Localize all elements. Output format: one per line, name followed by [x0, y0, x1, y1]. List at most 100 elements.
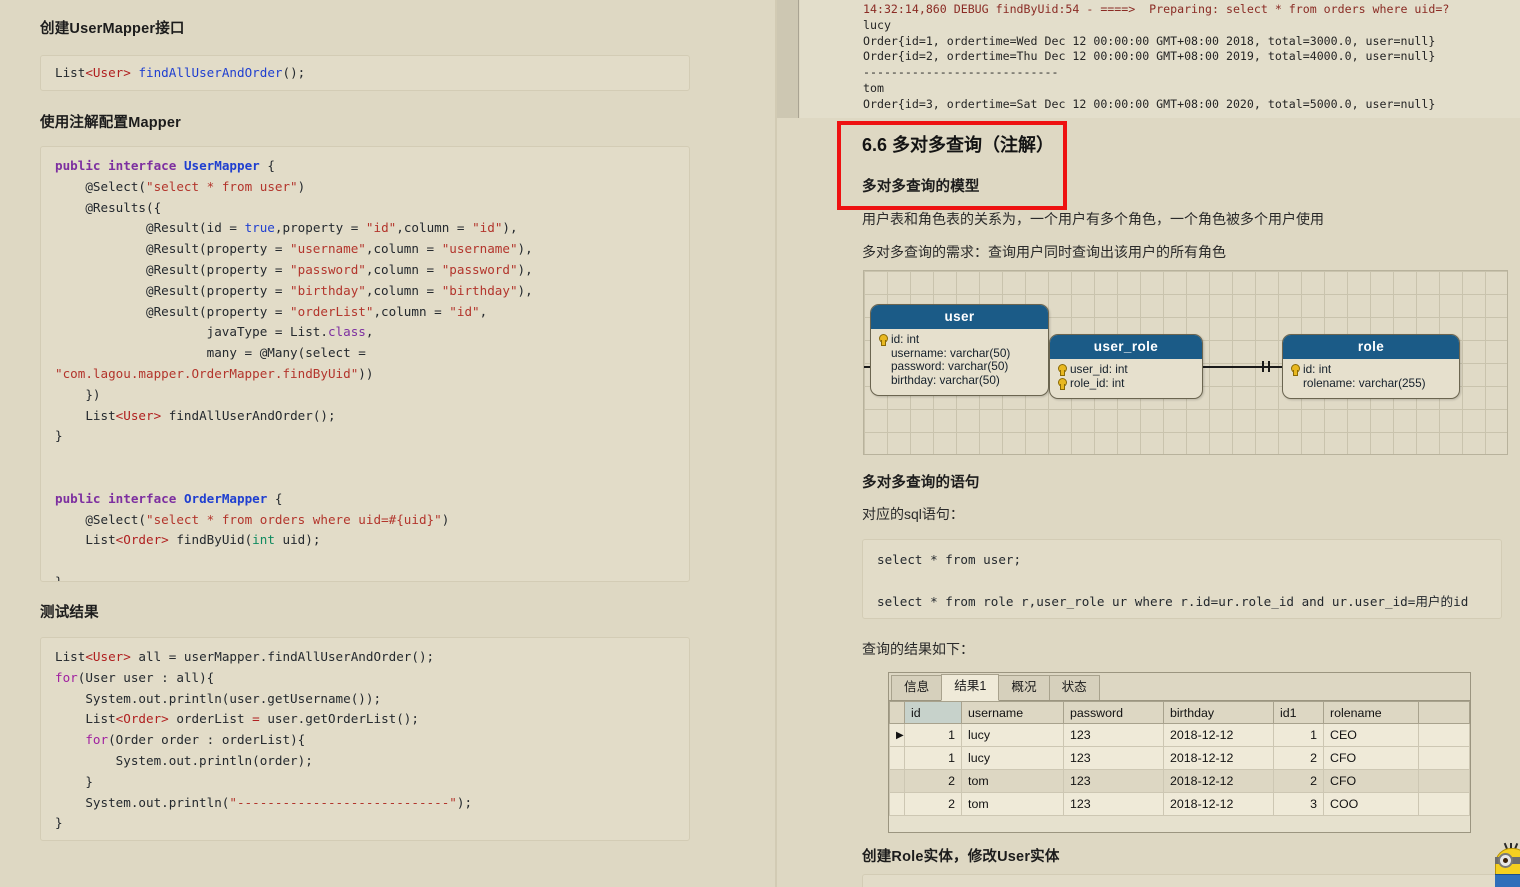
code-line: select * from user;: [877, 552, 1022, 567]
er-field-row: user_id: int: [1056, 362, 1194, 377]
code-line: }: [55, 773, 93, 789]
code-line: @Result(property = "birthday",column = "…: [55, 282, 533, 298]
table-cell: 2: [904, 792, 962, 816]
page-root: 创建UserMapper接口 List<User> findAllUserAnd…: [0, 0, 1520, 887]
code-line: List<User> findAllUserAndOrder();: [55, 65, 306, 80]
text-sql-label: 对应的sql语句：: [862, 506, 964, 522]
code-line: javaType = List.class,: [55, 324, 374, 340]
code-line: }: [55, 815, 63, 831]
primary-key-icon: [1056, 364, 1067, 377]
er-field-label: birthday: varchar(50): [891, 372, 1000, 387]
row-marker: ▶: [889, 723, 905, 747]
table-cell-filler: [1418, 723, 1470, 747]
er-field-label: role_id: int: [1070, 375, 1125, 390]
table-row[interactable]: ▶ 1 lucy 123 2018-12-12 1 CEO: [889, 723, 1470, 747]
heading-many-to-many-statement: 多对多查询的语句: [862, 475, 980, 491]
code-line: for(User user : all){: [55, 669, 215, 685]
left-document-panel: 创建UserMapper接口 List<User> findAllUserAnd…: [0, 0, 775, 887]
table-row[interactable]: 2 tom 123 2018-12-12 3 COO: [889, 792, 1470, 816]
table-cell: COO: [1323, 792, 1419, 816]
table-cell-filler: [1418, 746, 1470, 770]
row-marker-header: [889, 701, 905, 724]
result-tab-概况[interactable]: 概况: [998, 675, 1050, 700]
column-header-filler: [1418, 701, 1470, 724]
console-line: 14:32:14,860 DEBUG findByUid:54 - ====> …: [863, 2, 1450, 16]
er-field-row: username: varchar(50): [877, 345, 1040, 361]
code-line: public interface OrderMapper {: [55, 490, 283, 506]
er-field-label: password: varchar(50): [891, 359, 1009, 374]
result-grid-tabs[interactable]: 信息 结果1 概况 状态: [889, 673, 1470, 701]
table-cell: lucy: [961, 723, 1064, 747]
er-field-row: id: int: [877, 332, 1040, 347]
er-table-fields: id: int rolename: varchar(255): [1283, 359, 1459, 398]
code-line: @Result(id = true,property = "id",column…: [55, 220, 518, 236]
result-tab-信息[interactable]: 信息: [891, 675, 943, 700]
code-line: @Result(property = "username",column = "…: [55, 241, 533, 257]
er-field-row: role_id: int: [1056, 375, 1194, 391]
result-table-body: ▶ 1 lucy 123 2018-12-12 1 CEO 1 lucy 123 2018-12-1…: [889, 723, 1470, 816]
column-header-birthday[interactable]: birthday: [1163, 701, 1274, 724]
primary-key-icon: [1056, 377, 1067, 390]
code-line: @Result(property = "orderList",column = …: [55, 303, 488, 319]
code-line: "com.lagou.mapper.OrderMapper.findByUid"…: [55, 365, 374, 381]
code-line: @Select("select * from orders where uid=…: [55, 511, 450, 527]
table-row[interactable]: 1 lucy 123 2018-12-12 2 CFO: [889, 746, 1470, 770]
code-line: }: [55, 573, 63, 582]
result-tab-结果1[interactable]: 结果1: [941, 674, 1000, 701]
result-table: id username password birthday id1 rolename ▶ 1…: [889, 701, 1470, 816]
er-table-user-role: user_role user_id: int role_id: int: [1049, 334, 1203, 399]
er-field-row: password: varchar(50): [877, 359, 1040, 374]
console-line: ----------------------------: [863, 65, 1059, 80]
code-line: System.out.println("--------------------…: [55, 794, 473, 810]
table-cell: 123: [1063, 723, 1164, 747]
er-table-title: role: [1283, 335, 1459, 359]
code-line: List<Order> orderList = user.getOrderLis…: [55, 711, 419, 727]
heading-annotation-mapper: 使用注解配置Mapper: [40, 115, 181, 131]
result-tab-状态[interactable]: 状态: [1048, 675, 1100, 700]
code-line: public interface UserMapper {: [55, 158, 275, 173]
table-cell-filler: [1418, 792, 1470, 816]
sql-result-grid[interactable]: 信息 结果1 概况 状态 id username password birthday id1 r…: [888, 672, 1471, 833]
column-header-id[interactable]: id: [904, 701, 962, 724]
heading-test-result: 测试结果: [40, 605, 99, 621]
table-cell: 3: [1273, 792, 1324, 816]
er-field-label: user_id: int: [1070, 362, 1128, 377]
column-header-rolename[interactable]: rolename: [1323, 701, 1419, 724]
row-marker: [889, 746, 905, 770]
text-result-label: 查询的结果如下：: [862, 641, 974, 657]
console-log-text: 14:32:14,860 DEBUG findByUid:54 - ====> …: [800, 0, 1520, 118]
console-line: tom: [863, 80, 884, 95]
heading-create-role-entity: 创建Role实体，修改User实体: [862, 849, 1060, 865]
code-line: @Select("select * from user"): [55, 178, 306, 194]
table-cell: 2: [1273, 769, 1324, 793]
table-cell: 123: [1063, 769, 1164, 793]
code-line: List<Order> findByUid(int uid);: [55, 532, 321, 548]
er-table-role: role id: int rolename: varchar(255): [1282, 334, 1460, 399]
er-field-label: username: varchar(50): [891, 345, 1011, 360]
console-line: Order{id=1, ordertime=Wed Dec 12 00:00:0…: [863, 33, 1436, 48]
code-block-usermapper-interface: List<User> findAllUserAndOrder();: [40, 55, 690, 91]
table-cell: tom: [961, 792, 1064, 816]
table-row[interactable]: 2 tom 123 2018-12-12 2 CFO: [889, 769, 1470, 793]
text-requirement: 多对多查询的需求：查询用户同时查询出该用户的所有角色: [862, 244, 1226, 260]
column-header-username[interactable]: username: [961, 701, 1064, 724]
code-line: for(Order order : orderList){: [85, 732, 306, 748]
table-cell: 123: [1063, 792, 1164, 816]
er-field-label: id: int: [1303, 362, 1332, 377]
er-table-fields: user_id: int role_id: int: [1050, 359, 1202, 398]
column-header-password[interactable]: password: [1063, 701, 1164, 724]
er-field-row: rolename: varchar(255): [1289, 376, 1451, 391]
code-block-mapper-annotations: public interface UserMapper { @Select("s…: [40, 146, 690, 582]
table-cell: CFO: [1323, 769, 1419, 793]
table-cell: lucy: [961, 746, 1064, 770]
column-header-id1[interactable]: id1: [1273, 701, 1324, 724]
heading-create-usermapper: 创建UserMapper接口: [40, 21, 185, 37]
er-table-user: user id: int username: varchar(50) passwor…: [870, 304, 1049, 396]
right-document-panel: 14:32:14,860 DEBUG findByUid:54 - ====> …: [777, 0, 1520, 887]
code-block-sql: select * from user; select * from role r…: [862, 539, 1502, 619]
console-line: Order{id=2, ordertime=Thu Dec 12 00:00:0…: [863, 49, 1436, 64]
code-line: List<User> all = userMapper.findAllUserA…: [55, 649, 435, 664]
er-field-row: id: int: [1289, 362, 1451, 377]
